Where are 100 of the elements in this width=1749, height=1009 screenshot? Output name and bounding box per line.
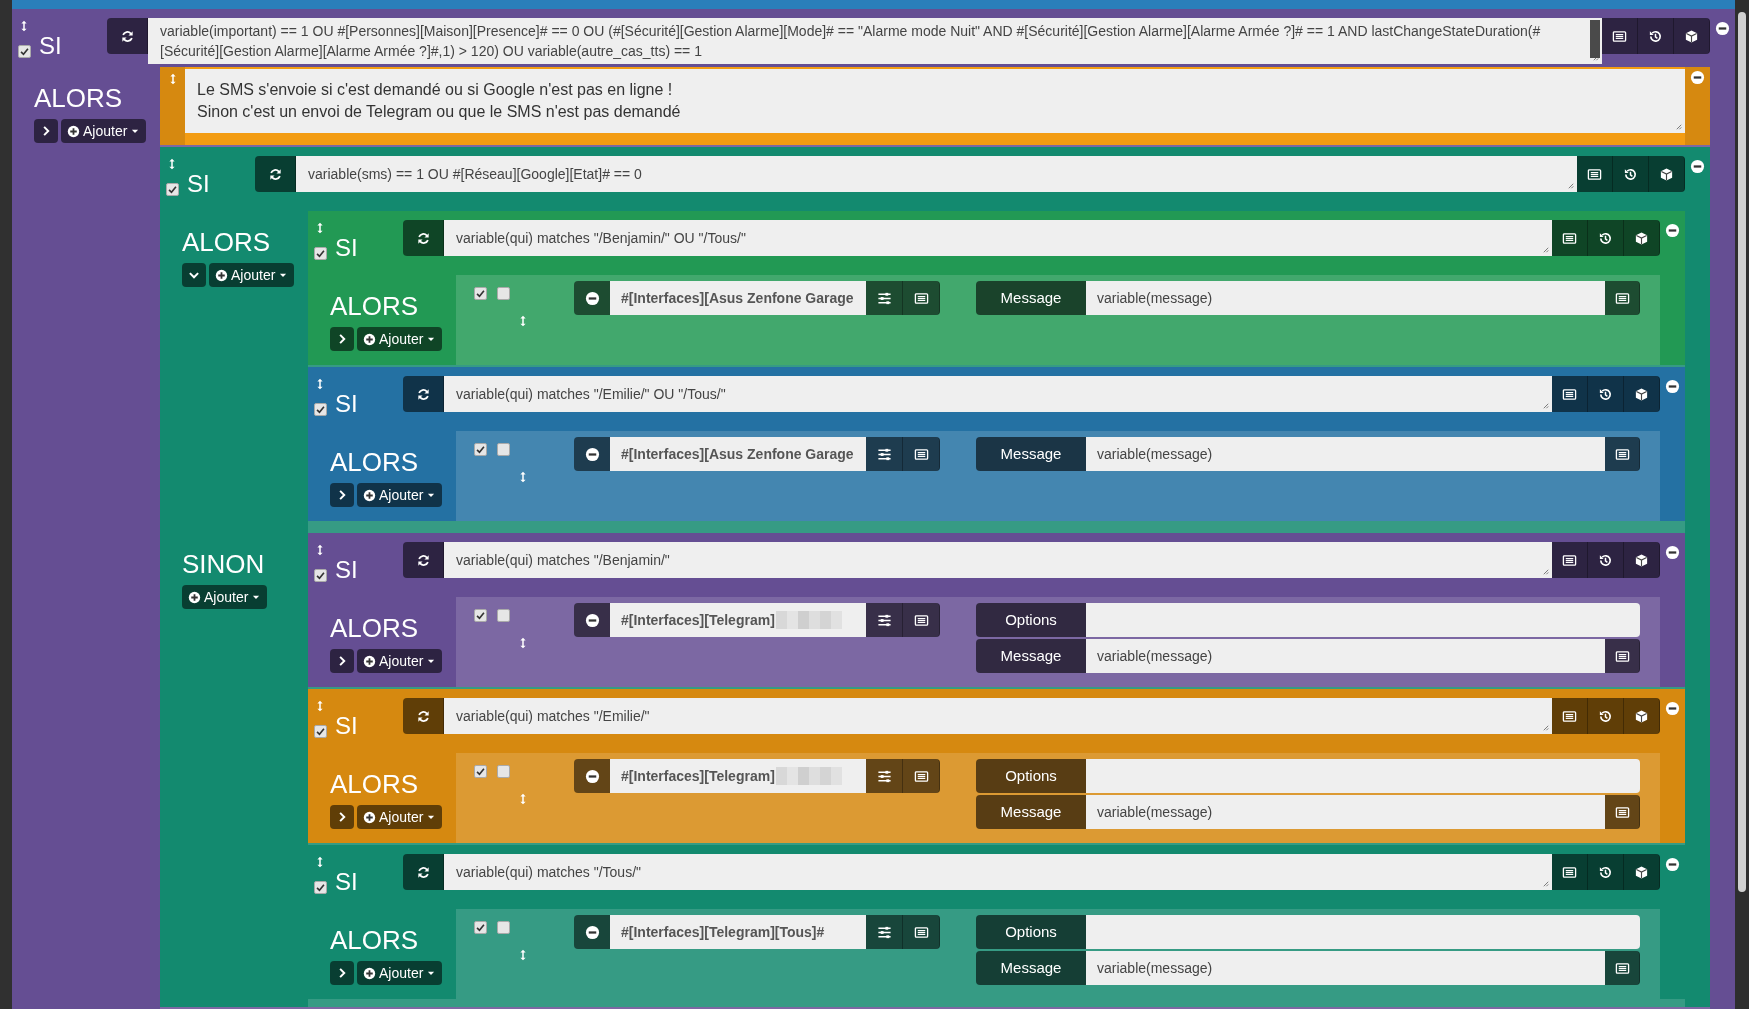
expression-button[interactable] [903,759,940,793]
checkbox[interactable] [314,725,327,738]
expression-button[interactable] [1605,281,1640,315]
scrollbar[interactable] [1738,12,1746,892]
checkbox[interactable] [497,609,510,622]
equipment-button[interactable] [1674,18,1710,54]
options-button[interactable] [866,759,903,793]
checkbox[interactable] [497,921,510,934]
add-button[interactable]: Ajouter [209,263,295,287]
history-button[interactable] [1588,220,1624,256]
collapse-button[interactable] [330,961,354,985]
remove-button[interactable] [574,603,610,637]
equipment-button[interactable] [1624,220,1660,256]
expression-button[interactable] [1552,542,1588,578]
command-field[interactable]: #[Interfaces][Telegram] [610,759,866,793]
expression-button[interactable] [903,281,940,315]
add-button[interactable]: Ajouter [357,805,443,829]
refresh-button[interactable] [403,698,444,734]
refresh-button[interactable] [403,220,444,256]
add-button[interactable]: Ajouter [357,327,443,351]
expression-button[interactable] [1605,795,1640,829]
expression-button[interactable] [903,915,940,949]
refresh-button[interactable] [403,376,444,412]
condition-field[interactable]: variable(qui) matches "/Benjamin/" [444,542,1552,578]
expression-button[interactable] [903,437,940,471]
checkbox[interactable] [497,287,510,300]
collapse-button[interactable] [330,649,354,673]
expression-button[interactable] [903,603,940,637]
checkbox[interactable] [474,921,487,934]
checkbox[interactable] [497,443,510,456]
condition-field[interactable]: variable(qui) matches "/Emilie/" OU "/Tous/" [444,376,1552,412]
collapse-button[interactable] [34,119,58,143]
condition-field[interactable]: variable(sms) == 1 OU #[Réseau][Google][Etat]# == 0 [296,156,1577,192]
checkbox[interactable] [166,183,179,196]
add-button[interactable]: Ajouter [182,585,268,609]
condition-field[interactable]: variable(qui) matches "/Emilie/" [444,698,1552,734]
option-field[interactable]: variable(message) [1086,281,1605,315]
equipment-button[interactable] [1624,376,1660,412]
expression-button[interactable] [1605,639,1640,673]
checkbox[interactable] [474,443,487,456]
checkbox[interactable] [314,881,327,894]
options-button[interactable] [866,281,903,315]
checkbox[interactable] [314,569,327,582]
condition-field[interactable]: variable(qui) matches "/Tous/" [444,854,1552,890]
option-field[interactable] [1086,759,1640,793]
equipment-button[interactable] [1649,156,1685,192]
options-button[interactable] [866,915,903,949]
refresh-button[interactable] [255,156,296,192]
history-button[interactable] [1588,376,1624,412]
add-button[interactable]: Ajouter [357,961,443,985]
options-button[interactable] [866,437,903,471]
comment-field[interactable]: Le SMS s'envoie si c'est demandé ou si Google n'est pas en ligne ! Sinon c'est un envoi de Telegram ou que le SMS n'est pas demandé [185,69,1685,133]
checkbox[interactable] [474,287,487,300]
option-field[interactable] [1086,915,1640,949]
remove-button[interactable] [574,915,610,949]
option-field[interactable]: variable(message) [1086,951,1605,985]
remove-button[interactable] [574,437,610,471]
add-button[interactable]: Ajouter [61,119,147,143]
options-button[interactable] [866,603,903,637]
add-button[interactable]: Ajouter [357,649,443,673]
expression-button[interactable] [1552,854,1588,890]
expression-button[interactable] [1552,698,1588,734]
option-field[interactable]: variable(message) [1086,437,1605,471]
expression-button[interactable] [1552,220,1588,256]
refresh-button[interactable] [403,542,444,578]
history-button[interactable] [1613,156,1649,192]
equipment-button[interactable] [1624,698,1660,734]
expression-button[interactable] [1602,18,1638,54]
condition-field[interactable]: variable(qui) matches "/Benjamin/" OU "/Tous/" [444,220,1552,256]
option-field[interactable] [1086,603,1640,637]
refresh-button[interactable] [403,854,444,890]
checkbox[interactable] [497,765,510,778]
collapse-button[interactable] [182,263,206,287]
remove-button[interactable] [574,281,610,315]
collapse-button[interactable] [330,327,354,351]
option-field[interactable]: variable(message) [1086,795,1605,829]
checkbox[interactable] [314,247,327,260]
checkbox[interactable] [474,609,487,622]
history-button[interactable] [1588,542,1624,578]
expression-button[interactable] [1552,376,1588,412]
command-field[interactable]: #[Interfaces][Telegram][Tous]# [610,915,866,949]
equipment-button[interactable] [1624,854,1660,890]
expression-button[interactable] [1605,437,1640,471]
checkbox[interactable] [314,403,327,416]
history-button[interactable] [1588,854,1624,890]
history-button[interactable] [1638,18,1674,54]
collapse-button[interactable] [330,483,354,507]
expression-button[interactable] [1605,951,1640,985]
command-field[interactable]: #[Interfaces][Asus Zenfone Garage [610,437,866,471]
refresh-button[interactable] [107,18,148,54]
checkbox[interactable] [474,765,487,778]
option-field[interactable]: variable(message) [1086,639,1605,673]
expression-button[interactable] [1577,156,1613,192]
remove-button[interactable] [574,759,610,793]
condition-field[interactable]: variable(important) == 1 OU #[Personnes][Maison][Presence]# == 0 OU (#[Sécurité][Gestion Alarme][Mode]# == "Alarme mode Nuit" AND #[Sécurité][Gestion Alarme][Alarme Armée ?]# == 1 AND lastChangeStateDuration(#[Sécurité][Gestion Alarme][Alarme Armée ?]#,1) > 120) OU variable(autre_cas_tts) == 1 [148,18,1602,64]
history-button[interactable] [1588,698,1624,734]
command-field[interactable]: #[Interfaces][Asus Zenfone Garage [610,281,866,315]
add-button[interactable]: Ajouter [357,483,443,507]
equipment-button[interactable] [1624,542,1660,578]
checkbox[interactable] [18,45,31,58]
